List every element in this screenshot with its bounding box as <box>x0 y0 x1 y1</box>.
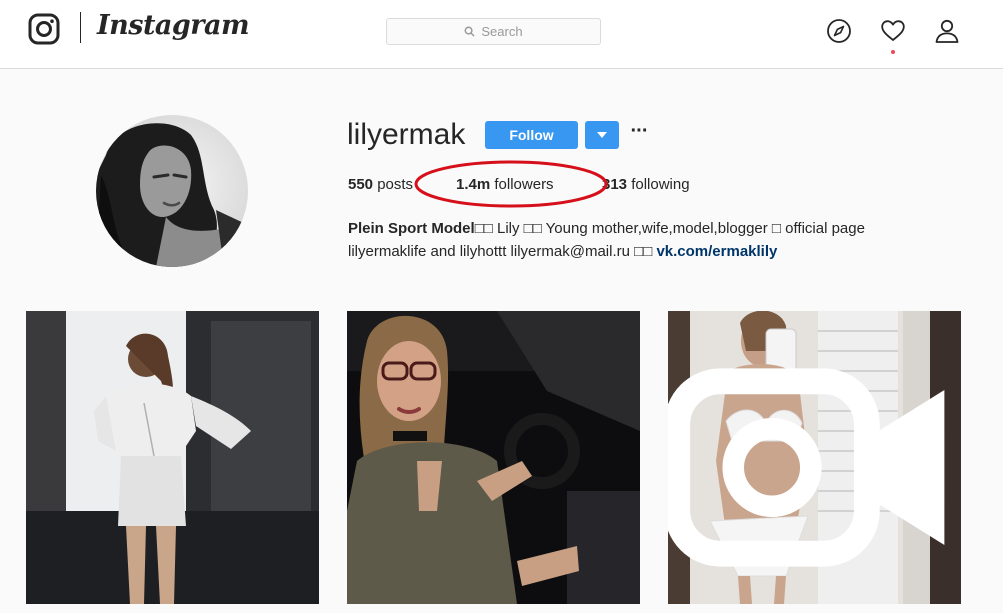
profile-avatar[interactable] <box>96 115 248 267</box>
stat-following[interactable]: 313 following <box>602 176 690 193</box>
stat-followers[interactable]: 1.4m followers <box>456 176 554 193</box>
search-box[interactable]: Search <box>386 18 601 45</box>
activity-button[interactable] <box>880 18 906 44</box>
followers-count: 1.4m <box>456 176 491 193</box>
heart-icon <box>881 20 905 41</box>
followers-label: followers <box>494 176 554 193</box>
bio-website-link[interactable]: vk.com/ermaklily <box>656 243 777 260</box>
profile-button[interactable] <box>934 18 960 44</box>
bio-name-emoji: □□ <box>474 220 493 237</box>
post-thumbnail-2[interactable] <box>347 311 640 604</box>
bio-full-name: Plein Sport Model <box>348 220 475 237</box>
posts-label: posts <box>377 176 414 193</box>
instagram-wordmark[interactable]: Instagram <box>97 10 250 41</box>
posts-count: 550 <box>348 176 374 193</box>
top-nav: Instagram Search <box>0 0 1003 69</box>
ellipsis-icon: ··· <box>630 120 649 142</box>
post-thumbnail-1[interactable] <box>26 311 319 604</box>
post-thumbnail-3[interactable] <box>668 311 961 604</box>
search-placeholder: Search <box>481 24 523 39</box>
search-icon <box>464 26 475 37</box>
avatar-photo <box>96 115 248 267</box>
explore-button[interactable] <box>826 18 852 44</box>
logo-divider <box>80 12 81 43</box>
person-icon <box>935 19 959 43</box>
post-photo-2 <box>347 311 640 604</box>
bio-line-1: Plein Sport Model□□ Lily □□ Young mother… <box>348 217 948 240</box>
bio-line-2: lilyermaklife and lilyhottt lilyermak@ma… <box>348 240 948 263</box>
following-label: following <box>631 176 690 193</box>
video-icon <box>668 368 945 567</box>
chevron-down-icon <box>597 132 607 138</box>
bio-text-2: lilyermaklife and lilyhottt lilyermak@ma… <box>348 243 657 260</box>
suggestions-dropdown-button[interactable] <box>585 121 619 149</box>
stat-posts: 550 posts <box>348 176 413 193</box>
following-count: 313 <box>602 176 628 193</box>
profile-username: lilyermak <box>347 118 466 151</box>
compass-icon <box>827 19 851 43</box>
bio-text-1: Lily □□ Young mother,wife,model,blogger … <box>492 220 865 237</box>
post-photo-1 <box>26 311 319 604</box>
follow-button[interactable]: Follow <box>485 121 578 149</box>
instagram-logo-icon[interactable] <box>28 13 60 45</box>
profile-bio: Plein Sport Model□□ Lily □□ Young mother… <box>348 217 948 263</box>
more-options-button[interactable]: ··· <box>628 121 650 146</box>
activity-notification-dot <box>891 50 895 54</box>
